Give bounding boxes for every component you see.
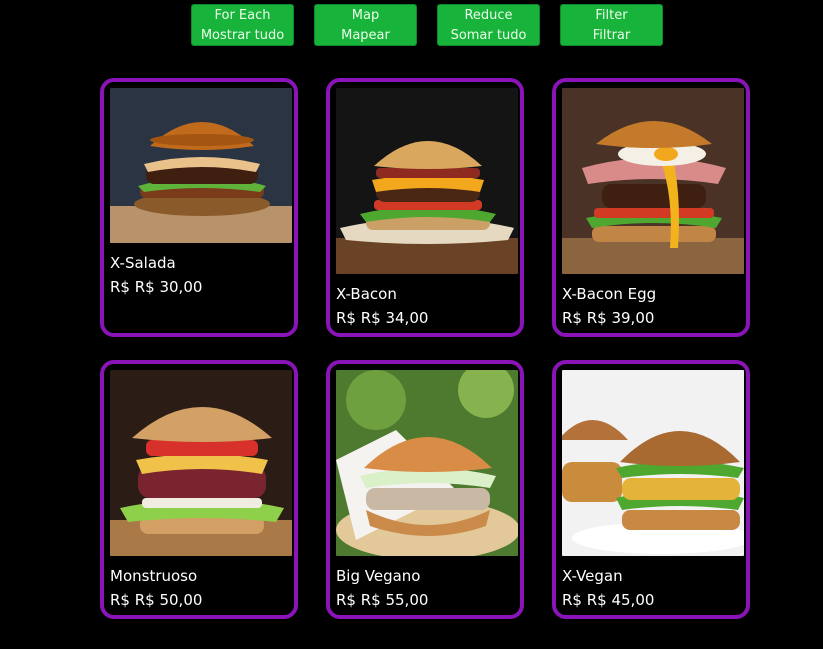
product-name: Big Vegano bbox=[336, 567, 421, 585]
filter-button[interactable]: Filter Filtrar bbox=[560, 4, 663, 46]
product-price: R$ R$ 50,00 bbox=[110, 591, 203, 609]
product-name: Monstruoso bbox=[110, 567, 198, 585]
burger-image bbox=[336, 88, 518, 274]
product-name: X-Vegan bbox=[562, 567, 623, 585]
product-card[interactable]: X-Bacon Egg R$ R$ 39,00 bbox=[552, 78, 750, 337]
product-card[interactable]: Big Vegano R$ R$ 55,00 bbox=[326, 360, 524, 619]
filter-button-sublabel: Filtrar bbox=[592, 28, 631, 43]
product-price: R$ R$ 34,00 bbox=[336, 309, 429, 327]
burger-image bbox=[110, 88, 292, 243]
burger-image bbox=[110, 370, 292, 556]
filter-button-label: Filter bbox=[595, 8, 628, 23]
burger-image bbox=[562, 370, 744, 556]
reduce-button-label: Reduce bbox=[464, 8, 513, 23]
product-card[interactable]: X-Salada R$ R$ 30,00 bbox=[100, 78, 298, 337]
for-each-button-label: For Each bbox=[214, 8, 271, 23]
product-price: R$ R$ 45,00 bbox=[562, 591, 655, 609]
product-price: R$ R$ 55,00 bbox=[336, 591, 429, 609]
for-each-button-sublabel: Mostrar tudo bbox=[200, 28, 285, 43]
action-button-bar: For Each Mostrar tudo Map Mapear Reduce … bbox=[0, 4, 823, 48]
product-price: R$ R$ 39,00 bbox=[562, 309, 655, 327]
product-card[interactable]: Monstruoso R$ R$ 50,00 bbox=[100, 360, 298, 619]
product-card[interactable]: X-Vegan R$ R$ 45,00 bbox=[552, 360, 750, 619]
product-price: R$ R$ 30,00 bbox=[110, 278, 203, 296]
map-button[interactable]: Map Mapear bbox=[314, 4, 417, 46]
product-name: X-Bacon bbox=[336, 285, 397, 303]
reduce-button[interactable]: Reduce Somar tudo bbox=[437, 4, 540, 46]
burger-image bbox=[562, 88, 744, 274]
reduce-button-sublabel: Somar tudo bbox=[450, 28, 527, 43]
map-button-sublabel: Mapear bbox=[341, 28, 390, 43]
product-card[interactable]: X-Bacon R$ R$ 34,00 bbox=[326, 78, 524, 337]
burger-image bbox=[336, 370, 518, 556]
product-name: X-Salada bbox=[110, 254, 176, 272]
for-each-button[interactable]: For Each Mostrar tudo bbox=[191, 4, 294, 46]
product-name: X-Bacon Egg bbox=[562, 285, 657, 303]
map-button-label: Map bbox=[351, 8, 380, 23]
